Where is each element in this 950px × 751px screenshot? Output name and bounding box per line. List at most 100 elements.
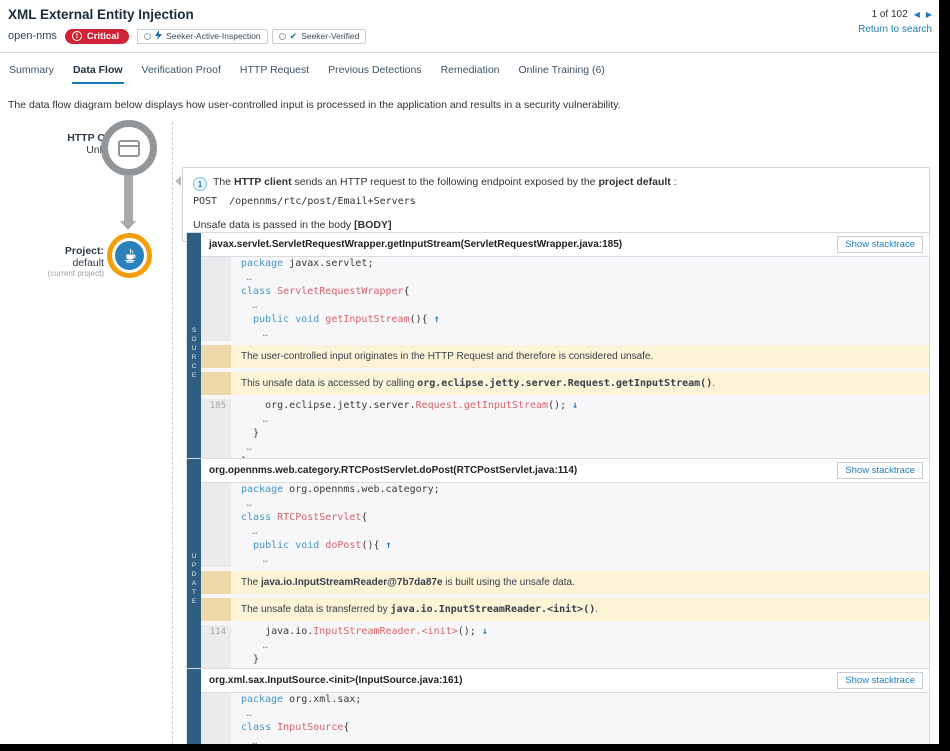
gutter — [201, 441, 231, 455]
code-line: … — [231, 441, 929, 455]
arrow-up-icon: ↑ — [434, 314, 440, 325]
code-row: class ServletRequestWrapper{ — [201, 285, 929, 299]
gutter — [201, 372, 231, 395]
note-text: The user-controlled input originates in … — [231, 345, 929, 368]
stage-bar — [187, 669, 201, 751]
project-node[interactable] — [107, 233, 152, 278]
gutter — [201, 299, 231, 313]
next-arrow-icon[interactable]: ▶ — [926, 10, 932, 19]
gutter — [201, 497, 231, 511]
code-row: 185 org.eclipse.jetty.server.Request.get… — [201, 399, 929, 413]
note-text: The java.io.InputStreamReader@7b7da87e i… — [231, 571, 929, 594]
section-title: org.opennms.web.category.RTCPostServlet.… — [209, 465, 577, 476]
gutter — [201, 427, 231, 441]
dataflow-section-3: org.xml.sax.InputSource.<init>(InputSour… — [186, 668, 930, 751]
code-row: … — [201, 639, 929, 653]
gutter — [201, 539, 231, 553]
gutter — [201, 257, 231, 271]
java-logo-icon — [115, 241, 144, 270]
code-line: … — [231, 327, 929, 341]
code-row: … — [201, 299, 929, 313]
note-text: This unsafe data is accessed by calling … — [231, 372, 929, 395]
gutter — [201, 598, 231, 621]
event-number-badge: 1 — [193, 177, 207, 191]
code-row: … — [201, 327, 929, 341]
tag-chip-label: Seeker-Verified — [301, 31, 359, 41]
code-row: public void doPost(){ ↑ — [201, 539, 929, 553]
dataflow-section-1: SOURCEjavax.servlet.ServletRequestWrappe… — [186, 232, 930, 476]
gutter — [201, 313, 231, 327]
pagination: 1 of 102 ◀ ▶ — [872, 9, 932, 20]
tab-http-request[interactable]: HTTP Request — [239, 59, 310, 84]
code-row: … — [201, 271, 929, 285]
intro-text: The data flow diagram below displays how… — [8, 99, 621, 111]
code-row: package org.xml.sax; — [201, 693, 929, 707]
status-ring-icon — [279, 33, 286, 40]
code-row: 114 java.io.InputStreamReader.<init>(); … — [201, 625, 929, 639]
tab-previous-detections[interactable]: Previous Detections — [327, 59, 422, 84]
gutter: 114 — [201, 625, 231, 639]
code-body: package javax.servlet; …class ServletReq… — [201, 257, 929, 475]
show-stacktrace-button[interactable]: Show stacktrace — [837, 462, 923, 479]
tab-verification-proof[interactable]: Verification Proof — [141, 59, 222, 84]
code-line: class ServletRequestWrapper{ — [231, 285, 929, 299]
prev-arrow-icon[interactable]: ◀ — [914, 10, 920, 19]
code-row: public void getInputStream(){ ↑ — [201, 313, 929, 327]
tag-chip[interactable]: ✔Seeker-Verified — [272, 29, 367, 44]
gutter — [201, 707, 231, 721]
code-line: package org.opennms.web.category; — [231, 483, 929, 497]
event-box-left-arrow-icon — [175, 176, 181, 186]
arrow-down-icon: ↓ — [572, 400, 578, 411]
gutter — [201, 327, 231, 341]
http-client-node[interactable] — [101, 120, 157, 176]
tab-remediation[interactable]: Remediation — [440, 59, 501, 84]
arrow-down-icon: ↓ — [482, 626, 488, 637]
check-icon: ✔ — [290, 32, 298, 41]
gutter — [201, 285, 231, 299]
code-row: … — [201, 497, 929, 511]
screenshot-bottom-edge — [0, 744, 950, 751]
code-row: … — [201, 525, 929, 539]
gutter — [201, 571, 231, 594]
gutter — [201, 525, 231, 539]
stage-bar: SOURCE — [187, 233, 201, 475]
code-row: … — [201, 707, 929, 721]
return-to-search-link[interactable]: Return to search — [858, 24, 932, 35]
gutter — [201, 553, 231, 567]
note-row: This unsafe data is accessed by calling … — [201, 372, 929, 395]
note-row: The user-controlled input originates in … — [201, 345, 929, 368]
gutter — [201, 653, 231, 667]
section-main: javax.servlet.ServletRequestWrapper.getI… — [201, 233, 929, 475]
flow-connector — [124, 175, 133, 221]
note-row: The java.io.InputStreamReader@7b7da87e i… — [201, 571, 929, 594]
code-row: … — [201, 413, 929, 427]
section-header: org.opennms.web.category.RTCPostServlet.… — [201, 459, 929, 483]
severity-badge: ! Critical — [65, 29, 129, 44]
gutter — [201, 511, 231, 525]
code-row: package javax.servlet; — [201, 257, 929, 271]
code-row: class InputSource{ — [201, 721, 929, 735]
screenshot-right-edge — [939, 0, 950, 751]
code-line: … — [231, 413, 929, 427]
gutter — [201, 271, 231, 285]
show-stacktrace-button[interactable]: Show stacktrace — [837, 672, 923, 689]
browser-window-icon — [118, 140, 140, 157]
tab-online-training-6-[interactable]: Online Training (6) — [518, 59, 606, 84]
show-stacktrace-button[interactable]: Show stacktrace — [837, 236, 923, 253]
header-divider — [0, 52, 939, 53]
tab-summary[interactable]: Summary — [8, 59, 55, 84]
tab-data-flow[interactable]: Data Flow — [72, 59, 124, 84]
event-line-1: 1The HTTP client sends an HTTP request t… — [193, 176, 919, 191]
code-line: … — [231, 553, 929, 567]
gutter — [201, 483, 231, 497]
gutter — [201, 345, 231, 368]
code-row: } — [201, 427, 929, 441]
arrow-up-icon: ↑ — [386, 540, 392, 551]
project-subtext: (current project) — [0, 269, 104, 278]
flow-connector-arrowhead — [120, 221, 136, 230]
gutter — [201, 721, 231, 735]
code-row: } — [201, 653, 929, 667]
tag-chip[interactable]: Seeker-Active-Inspection — [137, 29, 268, 44]
event-line-3: Unsafe data is passed in the body [BODY] — [193, 219, 919, 231]
page-title: XML External Entity Injection — [8, 7, 194, 22]
